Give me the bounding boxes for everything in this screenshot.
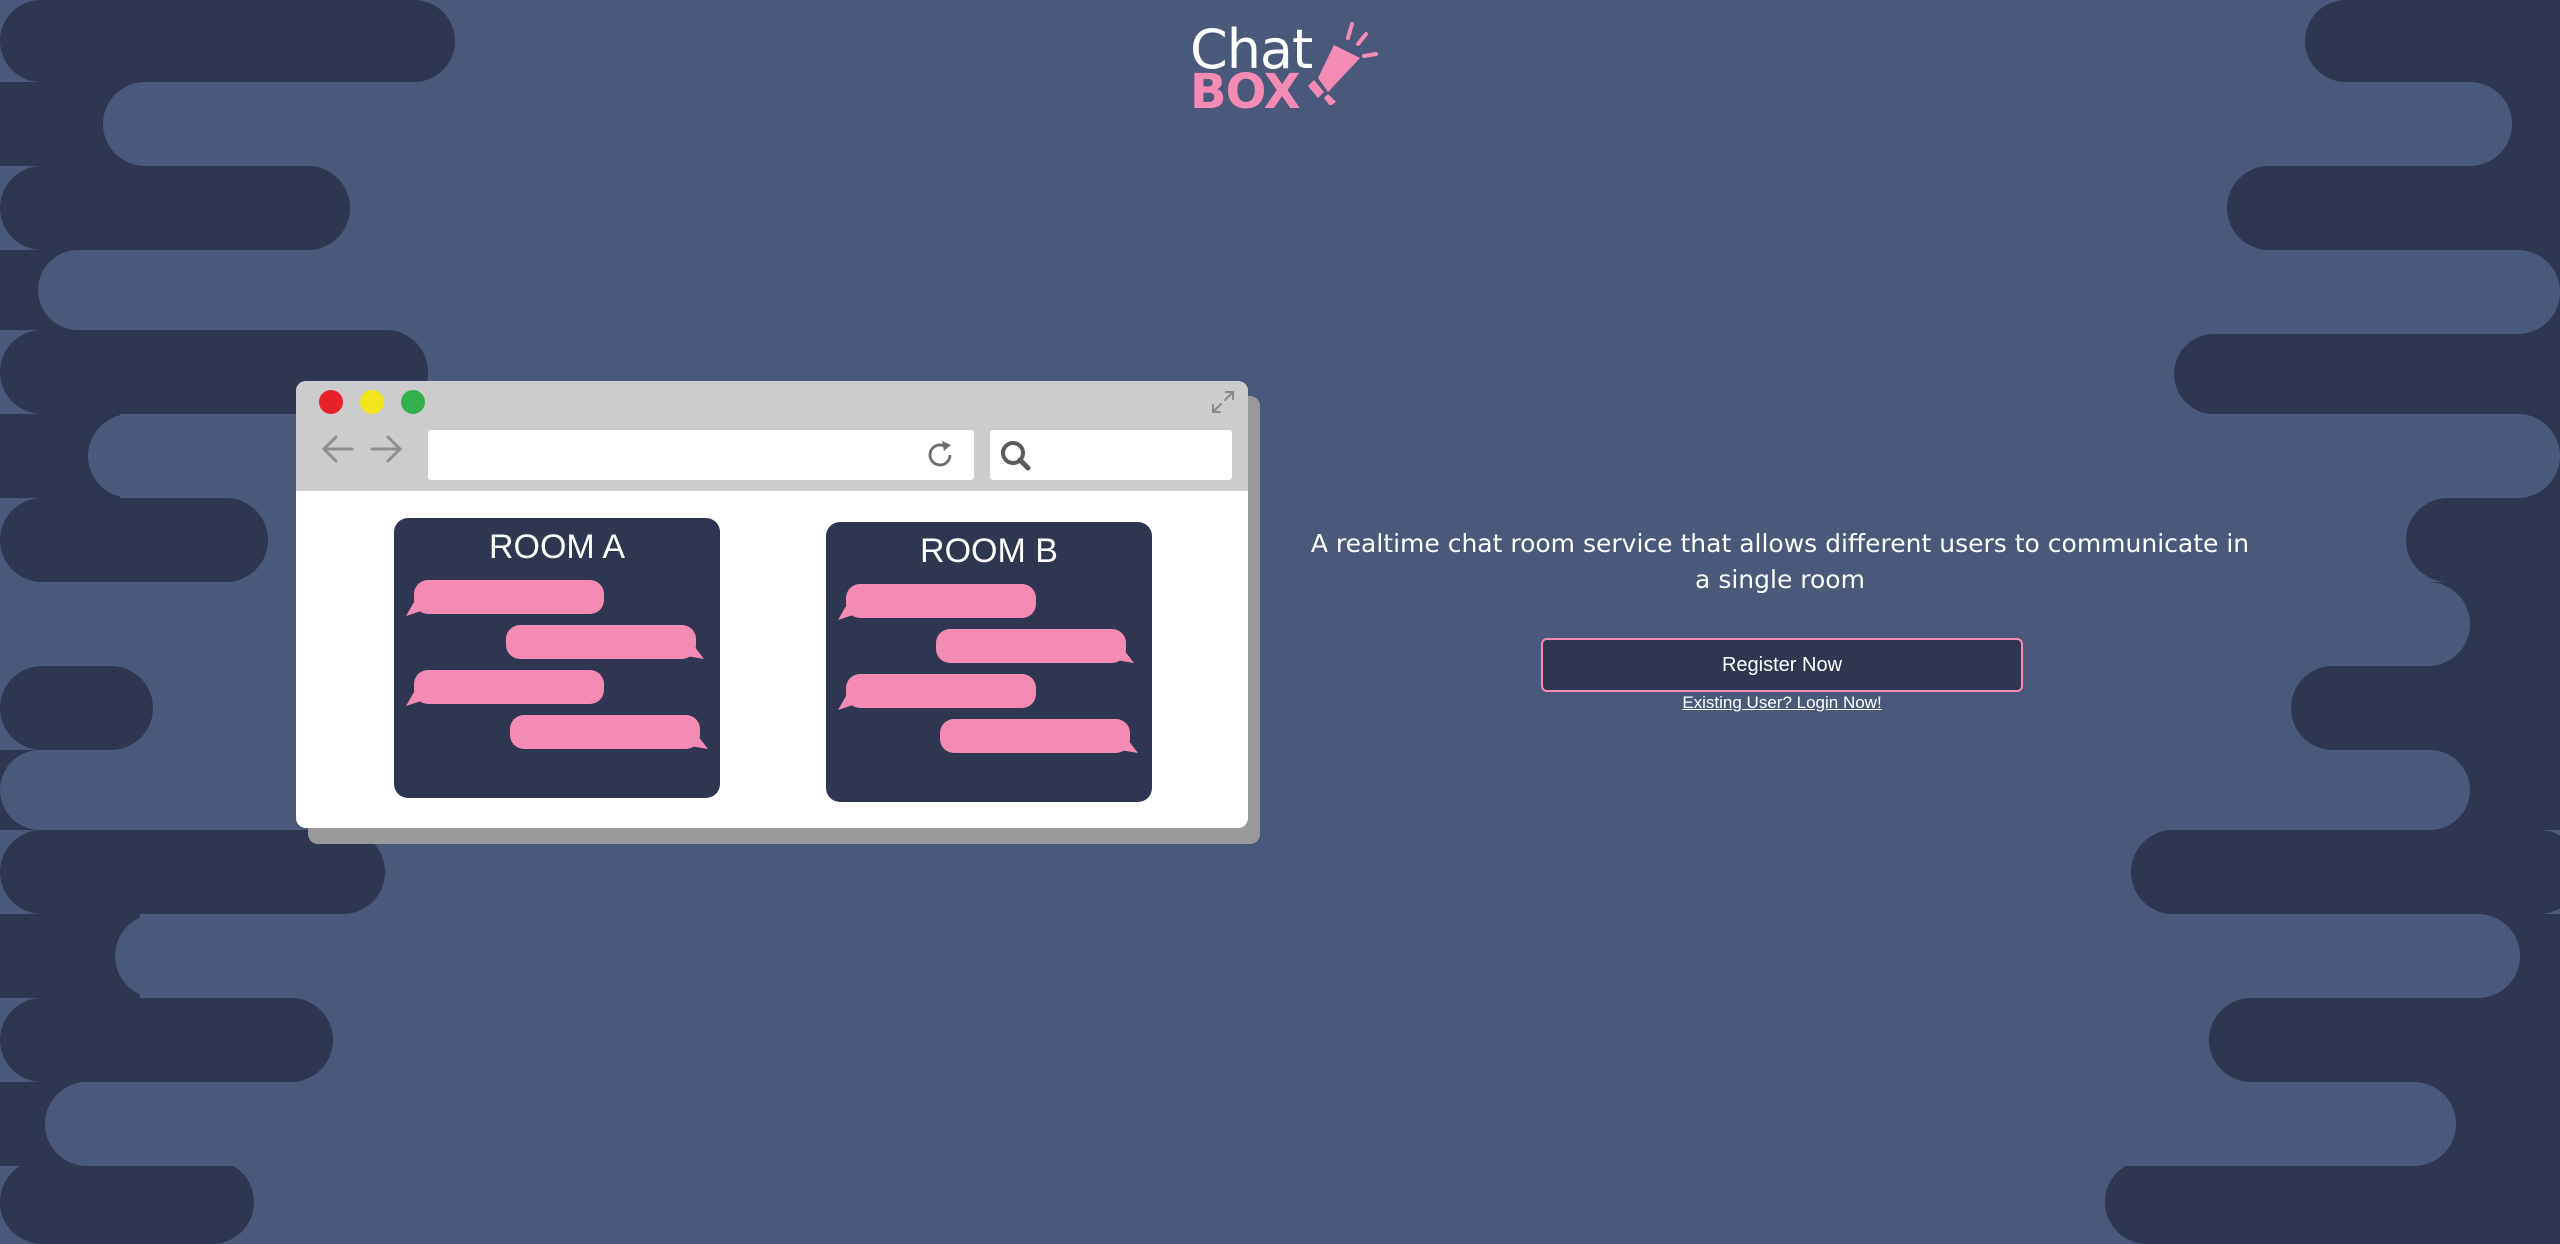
close-dot-icon <box>319 390 343 414</box>
room-a-chat-bubbles <box>406 580 708 749</box>
register-now-button[interactable]: Register Now <box>1541 638 2023 692</box>
browser-search-field <box>990 430 1232 480</box>
search-icon <box>1001 441 1031 471</box>
room-b-card: ROOM B <box>826 522 1152 802</box>
room-a-card: ROOM A <box>394 518 720 798</box>
megaphone-icon <box>1308 22 1378 105</box>
address-bar <box>428 430 974 480</box>
existing-user-login-link[interactable]: Existing User? Login Now! <box>1541 693 2023 713</box>
hero-tagline: A realtime chat room service that allows… <box>1310 529 2250 594</box>
room-b-chat-bubbles <box>838 584 1138 753</box>
logo-box-text: BOX <box>1190 64 1301 120</box>
expand-icon <box>1212 391 1234 413</box>
minimize-dot-icon <box>360 390 384 414</box>
browser-toolbar <box>296 381 1248 491</box>
back-arrow-icon <box>321 435 354 463</box>
chatbox-logo[interactable]: Chat BOX <box>1190 20 1380 118</box>
reload-icon <box>928 441 952 467</box>
maximize-dot-icon <box>401 390 425 414</box>
forward-arrow-icon <box>370 435 403 463</box>
browser-illustration: ROOM A ROOM B <box>296 381 1248 828</box>
